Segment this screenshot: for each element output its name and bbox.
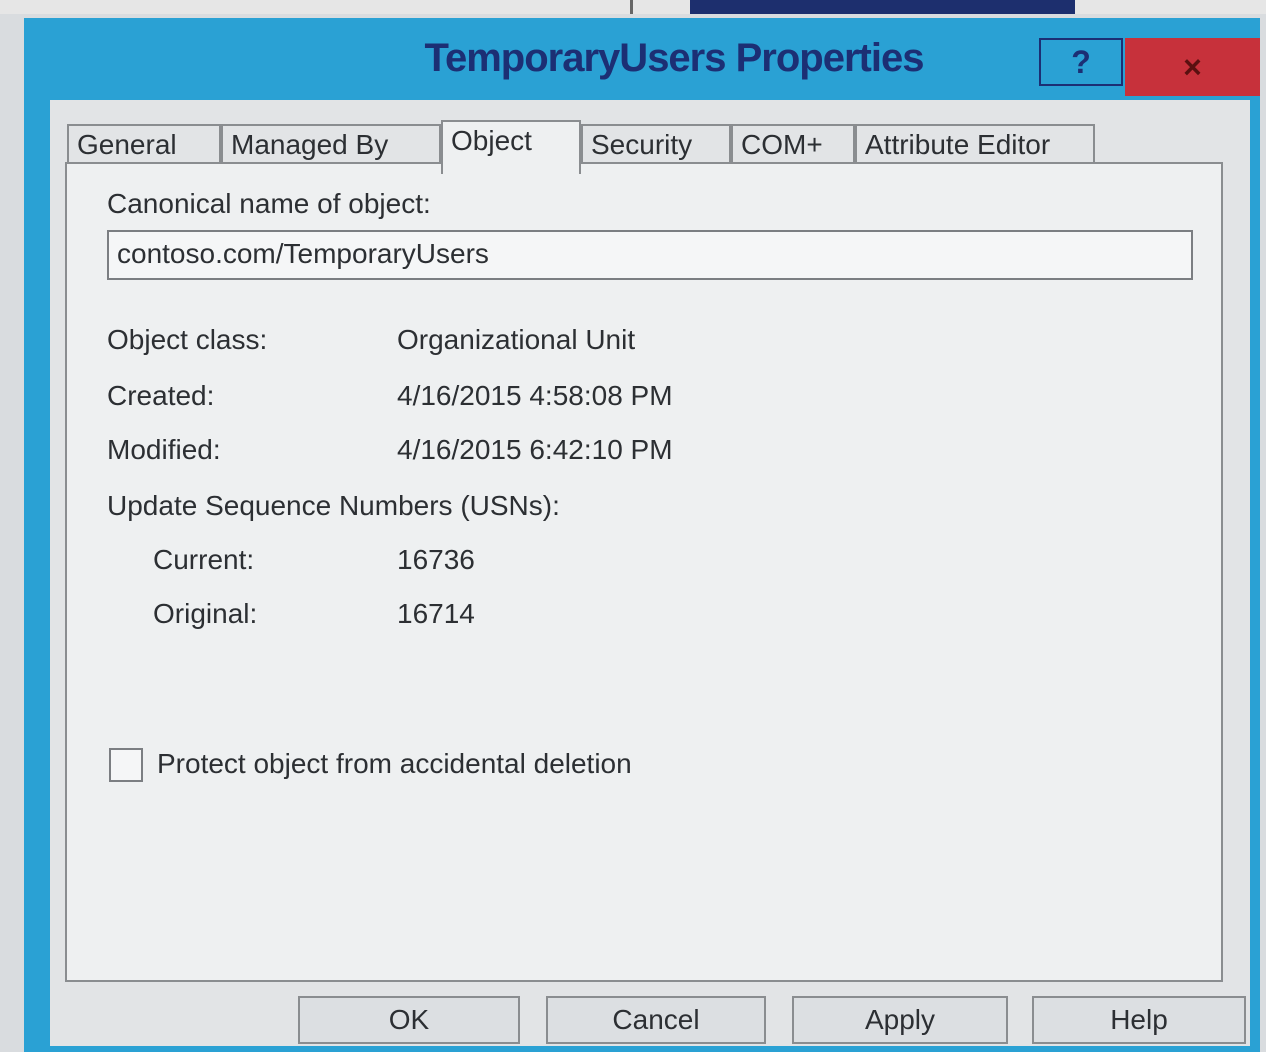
created-label: Created: — [107, 380, 215, 411]
tab-security[interactable]: Security — [581, 124, 731, 164]
properties-dialog: TemporaryUsers Properties ? × General Ma… — [24, 18, 1260, 1052]
cancel-button[interactable]: Cancel — [546, 996, 766, 1044]
tab-com-plus[interactable]: COM+ — [731, 124, 855, 164]
tab-attribute-editor[interactable]: Attribute Editor — [855, 124, 1095, 164]
object-tab-panel: Canonical name of object: contoso.com/Te… — [65, 162, 1223, 982]
created-value: 4/16/2015 4:58:08 PM — [397, 380, 673, 411]
background-divider — [630, 0, 633, 14]
usn-current-value: 16736 — [397, 544, 475, 575]
modified-label: Modified: — [107, 434, 221, 465]
canonical-name-field[interactable]: contoso.com/TemporaryUsers — [107, 230, 1193, 280]
canonical-name-label: Canonical name of object: — [107, 188, 431, 219]
tab-object[interactable]: Object — [441, 120, 581, 174]
protect-deletion-checkbox[interactable] — [109, 748, 143, 782]
usn-original-value: 16714 — [397, 598, 475, 629]
object-class-label: Object class: — [107, 324, 268, 355]
background-strip — [0, 0, 1266, 14]
help-icon-button[interactable]: ? — [1039, 38, 1123, 86]
help-button[interactable]: Help — [1032, 996, 1246, 1044]
usn-original-label: Original: — [153, 598, 258, 629]
protect-deletion-label[interactable]: Protect object from accidental deletion — [157, 748, 632, 780]
tab-general[interactable]: General — [67, 124, 221, 164]
dialog-client-area: General Managed By Object Security COM+ … — [50, 100, 1250, 1046]
modified-value: 4/16/2015 6:42:10 PM — [397, 434, 673, 465]
usn-heading: Update Sequence Numbers (USNs): — [107, 490, 560, 521]
close-icon-button[interactable]: × — [1125, 38, 1260, 96]
ok-button[interactable]: OK — [298, 996, 520, 1044]
background-taskbar-segment — [690, 0, 1075, 14]
tab-managed-by[interactable]: Managed By — [221, 124, 441, 164]
title-bar[interactable]: TemporaryUsers Properties ? × — [24, 18, 1260, 96]
usn-current-label: Current: — [153, 544, 255, 575]
apply-button[interactable]: Apply — [792, 996, 1008, 1044]
object-class-value: Organizational Unit — [397, 324, 636, 355]
